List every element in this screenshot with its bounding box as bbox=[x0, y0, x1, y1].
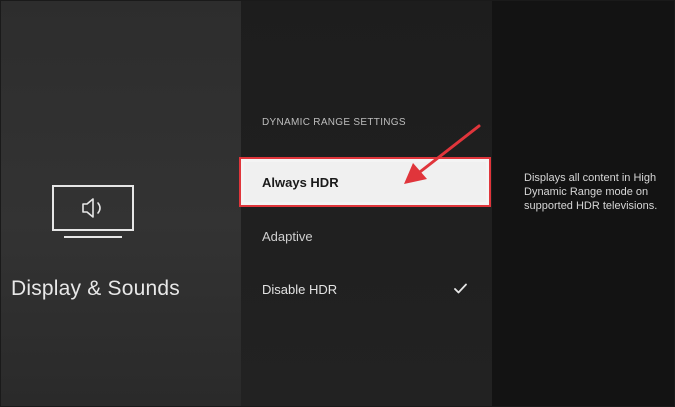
category-pane: Display & Sounds bbox=[1, 1, 241, 406]
tv-speaker-icon bbox=[52, 185, 134, 238]
checkmark-icon bbox=[454, 283, 467, 294]
option-disable-hdr[interactable]: Disable HDR bbox=[262, 282, 337, 297]
section-title: Display & Sounds bbox=[11, 277, 180, 300]
red-arrow-icon bbox=[404, 124, 481, 184]
screen-frame: Display & Sounds DYNAMIC RANGE SETTINGS … bbox=[0, 0, 675, 407]
option-always-hdr[interactable]: Always HDR bbox=[262, 175, 339, 190]
option-adaptive[interactable]: Adaptive bbox=[262, 229, 313, 244]
option-description: Displays all content in High Dynamic Ran… bbox=[524, 172, 658, 212]
settings-heading: DYNAMIC RANGE SETTINGS bbox=[262, 117, 406, 128]
